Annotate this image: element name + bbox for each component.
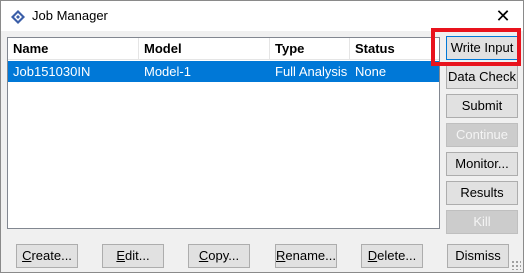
mnemonic-letter: C [198,248,209,263]
mnemonic-letter: C [22,248,32,263]
cell-model: Model-1 [144,64,191,79]
edit-button[interactable]: Edit... [102,244,164,268]
jobs-table: Name Model Type Status Job151030IN Model… [7,37,440,229]
continue-button[interactable]: Continue [446,123,518,147]
cell-type: Full Analysis [275,64,348,79]
close-icon: ✕ [495,6,511,26]
window-title: Job Manager [32,8,108,23]
rename-button[interactable]: Rename... [275,244,337,268]
mnemonic-letter: R [276,248,286,263]
column-header-name[interactable]: Name [8,38,139,60]
column-header-model[interactable]: Model [139,38,270,60]
abaqus-diamond-icon [11,10,25,24]
kill-button[interactable]: Kill [446,210,518,234]
title-bar[interactable]: Job Manager ✕ [1,1,523,31]
cell-name: Job151030IN [13,64,91,79]
dismiss-button[interactable]: Dismiss [447,244,509,268]
data-check-button[interactable]: Data Check [446,65,518,89]
close-button[interactable]: ✕ [483,1,523,31]
delete-button[interactable]: Delete... [361,244,423,268]
job-manager-window: Job Manager ✕ Name Model Type Status Job… [0,0,524,273]
highlight-box [431,28,521,66]
monitor-button[interactable]: Monitor... [446,152,518,176]
copy-button[interactable]: Copy... [188,244,250,268]
resize-grip[interactable] [511,260,521,270]
submit-button[interactable]: Submit [446,94,518,118]
table-header: Name Model Type Status [8,38,439,60]
create-button[interactable]: Create... [16,244,78,268]
table-row[interactable]: Job151030IN Model-1 Full Analysis None [8,61,439,82]
mnemonic-letter: D [367,248,378,263]
column-header-status[interactable]: Status [350,38,439,60]
mnemonic-letter: E [116,248,126,263]
column-header-type[interactable]: Type [270,38,350,60]
cell-status: None [355,64,387,79]
results-button[interactable]: Results [446,181,518,205]
